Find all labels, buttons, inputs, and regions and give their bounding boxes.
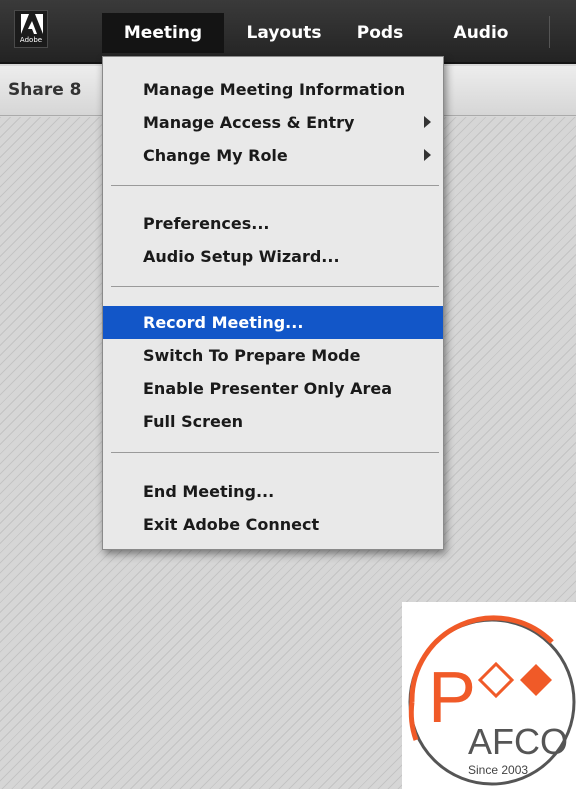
menu-item-label: Record Meeting... bbox=[143, 313, 304, 332]
menu-item-manage-access-entry[interactable]: Manage Access & Entry bbox=[103, 106, 443, 139]
menu-item-label: Manage Access & Entry bbox=[143, 113, 355, 132]
menu-item-switch-to-prepare-mode[interactable]: Switch To Prepare Mode bbox=[103, 339, 443, 372]
menu-item-enable-presenter-only-area[interactable]: Enable Presenter Only Area bbox=[103, 372, 443, 405]
watermark-brand: AFCO bbox=[468, 721, 568, 762]
menu-tab-audio[interactable]: Audio bbox=[440, 13, 522, 53]
share-pod-title: Share 8 bbox=[8, 80, 82, 100]
menubar: Adobe Meeting Layouts Pods Audio bbox=[0, 0, 576, 64]
menu-tab-meeting[interactable]: Meeting bbox=[102, 13, 224, 53]
menu-item-label: Preferences... bbox=[143, 214, 270, 233]
menu-item-label: Enable Presenter Only Area bbox=[143, 379, 393, 398]
menu-item-label: Manage Meeting Information bbox=[143, 80, 406, 99]
submenu-arrow-icon bbox=[424, 149, 431, 161]
menu-item-audio-setup-wizard[interactable]: Audio Setup Wizard... bbox=[103, 240, 443, 273]
watermark-logo: P AFCO Since 2003 bbox=[402, 602, 576, 789]
menu-tab-layouts[interactable]: Layouts bbox=[234, 13, 334, 53]
menu-divider bbox=[111, 185, 439, 186]
menu-divider bbox=[111, 286, 439, 287]
adobe-logo-text: Adobe bbox=[19, 36, 43, 44]
menu-item-label: Change My Role bbox=[143, 146, 288, 165]
menu-item-exit-adobe-connect[interactable]: Exit Adobe Connect bbox=[103, 508, 443, 541]
menu-item-end-meeting[interactable]: End Meeting... bbox=[103, 475, 443, 508]
menu-item-label: Audio Setup Wizard... bbox=[143, 247, 340, 266]
menu-item-record-meeting[interactable]: Record Meeting... bbox=[103, 306, 443, 339]
menu-item-manage-meeting-information[interactable]: Manage Meeting Information bbox=[103, 73, 443, 106]
adobe-logo-icon bbox=[21, 14, 43, 34]
menu-divider bbox=[111, 452, 439, 453]
pafco-logo-icon: P AFCO Since 2003 bbox=[408, 615, 576, 786]
submenu-arrow-icon bbox=[424, 116, 431, 128]
menu-item-label: Switch To Prepare Mode bbox=[143, 346, 361, 365]
watermark-tagline: Since 2003 bbox=[468, 763, 528, 777]
menu-item-label: Exit Adobe Connect bbox=[143, 515, 320, 534]
menu-item-full-screen[interactable]: Full Screen bbox=[103, 405, 443, 438]
menu-item-label: End Meeting... bbox=[143, 482, 275, 501]
menu-item-change-my-role[interactable]: Change My Role bbox=[103, 139, 443, 172]
menu-item-label: Full Screen bbox=[143, 412, 244, 431]
adobe-logo[interactable]: Adobe bbox=[14, 10, 48, 48]
meeting-menu: Manage Meeting Information Manage Access… bbox=[102, 56, 444, 550]
menu-item-preferences[interactable]: Preferences... bbox=[103, 207, 443, 240]
menu-tab-pods[interactable]: Pods bbox=[342, 13, 418, 53]
menubar-divider bbox=[549, 16, 550, 48]
